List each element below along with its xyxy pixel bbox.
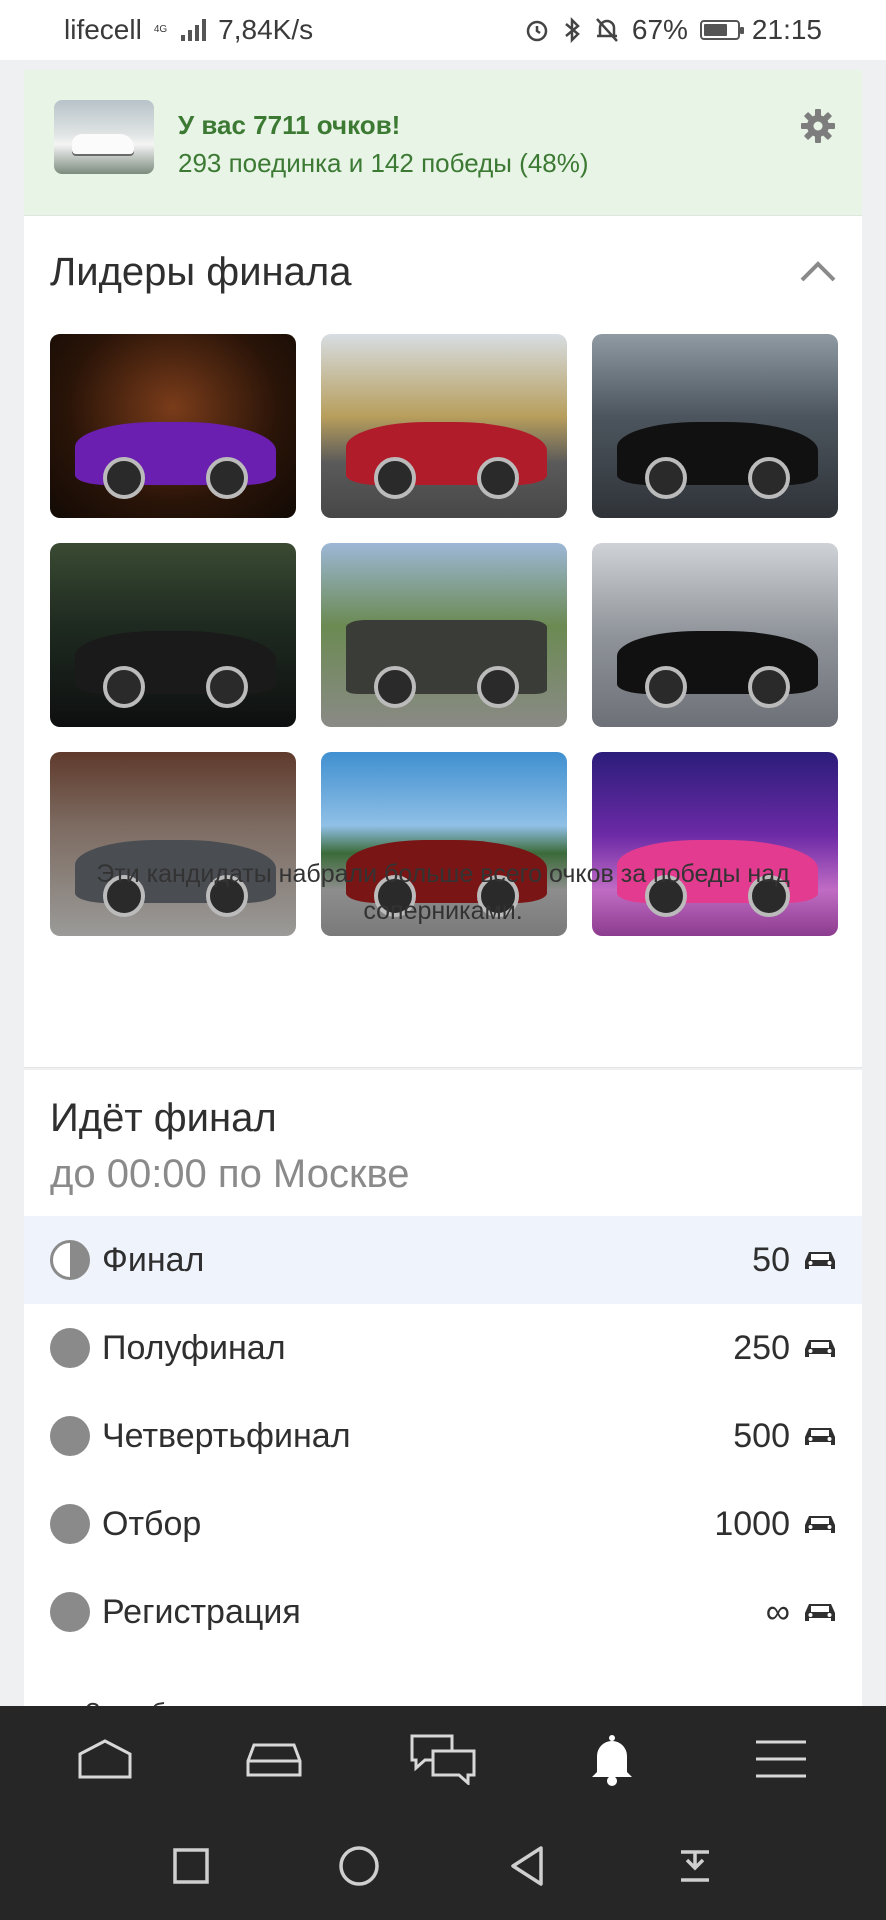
stage-dot-icon [50,1592,90,1632]
nav-home[interactable] [60,1719,150,1799]
carrier-name: lifecell [64,14,142,45]
leaders-section: Лидеры финала Эти кандидаты набрали боль… [24,216,862,1068]
gear-icon[interactable] [798,106,838,146]
bell-icon [592,1735,633,1786]
download-icon [681,1850,709,1882]
stage-label: Четвертьфинал [102,1416,351,1455]
leader-photo[interactable] [50,543,296,727]
nav-cars[interactable] [229,1719,319,1799]
stage-count: ∞ [765,1592,790,1631]
stage-count: 250 [733,1328,790,1367]
leader-photo[interactable] [592,543,838,727]
battery-icon [699,20,744,40]
points-title: У вас 7711 очков! [178,110,401,140]
chevron-up-icon[interactable] [798,258,838,284]
stage-label: Финал [102,1240,205,1279]
square-icon [173,1848,209,1884]
stage-count: 50 [752,1240,790,1279]
mute-icon [595,18,618,42]
back-icon [511,1846,543,1886]
battery-percent: 67% [631,14,688,45]
alarm-icon [526,20,548,42]
car-icon [805,1516,835,1533]
points-footnote: За победу в каждом поединке начисляются … [50,1692,836,1706]
leader-photo[interactable] [50,334,296,518]
nav-notifications[interactable] [567,1719,657,1799]
stage-label: Полуфинал [102,1328,286,1367]
final-title: Идёт финал [50,1096,277,1140]
stage-label: Отбор [102,1504,202,1543]
stage-row-quarterfinal[interactable]: Четвертьфинал 500 [24,1392,862,1480]
leader-photo[interactable] [321,543,567,727]
notifications-pull-button[interactable] [670,1841,720,1891]
stage-row-selection[interactable]: Отбор 1000 [24,1480,862,1568]
nav-messages[interactable] [398,1719,488,1799]
network-type: 4G [153,24,168,35]
progress-half-icon [50,1240,90,1280]
menu-icon [756,1740,807,1778]
car-icon [246,1743,302,1777]
stage-dot-icon [50,1416,90,1456]
car-icon [805,1604,835,1621]
car-icon [805,1428,835,1445]
status-bar: lifecell 4G 7,84K/s 67% 21:15 [0,0,886,60]
car-icon [805,1340,835,1357]
leaders-title: Лидеры финала [50,250,352,294]
system-nav-bar [0,1812,886,1920]
final-section: Идёт финал до 00:00 по Москве Финал 50 П… [24,1070,862,1706]
stage-row-registration[interactable]: Регистрация ∞ [24,1568,862,1656]
circle-icon [339,1846,379,1886]
network-speed: 7,84K/s [218,14,314,45]
leader-photo[interactable] [321,334,567,518]
stage-label: Регистрация [102,1592,301,1631]
leaders-caption: Эти кандидаты набрали больше всего очков… [96,860,790,925]
stats-subtitle: 293 поединка и 142 победы (48%) [178,148,589,178]
stage-row-final[interactable]: Финал 50 [24,1216,862,1304]
stage-dot-icon [50,1504,90,1544]
chat-icon [410,1734,476,1785]
stage-dot-icon [50,1328,90,1368]
bluetooth-icon [565,16,580,44]
nav-menu[interactable] [736,1719,826,1799]
signal-icon [181,19,207,41]
stage-count: 1000 [714,1504,790,1543]
recent-apps-button[interactable] [166,1841,216,1891]
final-deadline: до 00:00 по Москве [50,1152,410,1196]
car-icon [805,1252,835,1269]
avatar[interactable] [54,100,154,174]
stage-count: 500 [733,1416,790,1455]
clock: 21:15 [751,14,822,45]
home-icon [78,1739,132,1779]
bottom-nav [0,1706,886,1812]
page-content: У вас 7711 очков! 293 поединка и 142 поб… [0,60,886,1706]
leaders-grid [50,334,838,936]
stage-row-semifinal[interactable]: Полуфинал 250 [24,1304,862,1392]
stage-list: Финал 50 Полуфинал 250 Четвертьфинал 500… [24,1216,862,1656]
home-button[interactable] [334,1841,384,1891]
leader-photo[interactable] [592,334,838,518]
profile-banner[interactable]: У вас 7711 очков! 293 поединка и 142 поб… [24,70,862,216]
back-button[interactable] [502,1841,552,1891]
